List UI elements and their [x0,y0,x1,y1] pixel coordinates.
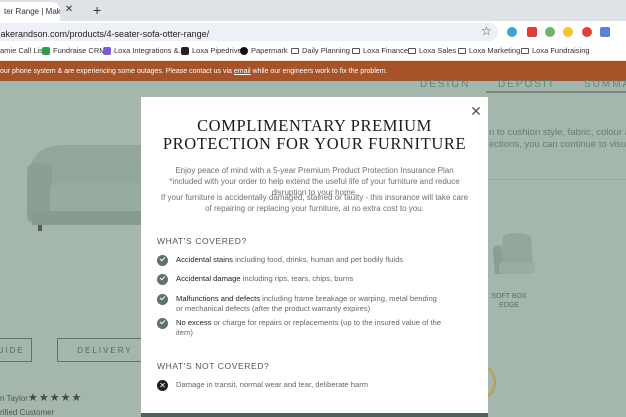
bookmark-folder[interactable]: Loxa Marketing [458,46,520,55]
bookmark-item[interactable]: Papermark [240,46,288,55]
folder-icon [291,47,299,54]
not-covered-item: ✕ Damage in transit, normal wear and tea… [157,380,457,391]
bookmark-folder[interactable]: Loxa Sales [408,46,456,55]
modal-footer [141,413,488,417]
not-covered-heading: WHAT'S NOT COVERED? [157,361,270,371]
bookmark-label: Daily Planning [302,46,350,55]
covered-item: Accidental damage including rips, tears,… [157,274,457,285]
app-icon [103,46,111,55]
close-icon[interactable]: ✕ [470,104,482,118]
item-text: Malfunctions and defects including frame… [176,294,437,313]
extension-icon[interactable] [545,27,555,37]
bookmark-item[interactable]: amie Call List [0,46,45,55]
bookmark-folder[interactable]: Loxa Finance [352,46,408,55]
address-bar[interactable]: makerandson.com/products/4-seater-sofa-o… [0,23,498,41]
covered-item: Accidental stains including food, drinks… [157,255,457,266]
bookmark-label: Loxa Marketing [469,46,521,55]
tab-close-icon[interactable]: ✕ [63,4,75,15]
extension-icon[interactable] [582,27,592,37]
bookmark-label: Loxa Fundraising [532,46,590,55]
folder-icon [352,47,360,54]
email-link[interactable]: email [234,68,251,75]
title-line: PROTECTION FOR YOUR FURNITURE [162,134,467,153]
item-text: Accidental stains including food, drinks… [176,255,404,264]
papermark-icon [240,46,248,55]
bookmark-star-icon[interactable]: ☆ [481,24,492,38]
pipedrive-icon [181,46,189,55]
check-icon [157,294,168,305]
folder-icon [408,47,416,54]
check-icon [157,255,168,266]
url-text: makerandson.com/products/4-seater-sofa-o… [0,29,210,39]
folder-icon [458,47,466,54]
browser-tab[interactable]: ter Range | Make [0,2,60,21]
modal-title: COMPLIMENTARY PREMIUM PROTECTION FOR YOU… [141,117,488,153]
bookmark-label: Loxa Finance [363,46,409,55]
bookmarks-bar: amie Call List Fundraise CRM Loxa Integr… [0,43,626,61]
browser-toolbar: makerandson.com/products/4-seater-sofa-o… [0,21,626,43]
bookmark-item[interactable]: Loxa Integrations &... [103,46,185,55]
browser-tabstrip: ter Range | Make ✕ + [0,0,626,21]
folder-icon [521,47,529,54]
extension-icon[interactable] [507,27,517,37]
check-icon [157,274,168,285]
item-text: Accidental damage including rips, tears,… [176,274,354,283]
sheet-icon [42,46,50,55]
extension-icon[interactable] [600,27,610,37]
tab-title: ter Range | Make [4,7,60,16]
x-mark-icon: ✕ [157,380,168,391]
bookmark-folder[interactable]: Loxa Fundraising [521,46,590,55]
extension-icon[interactable] [563,27,573,37]
item-text: Damage in transit, normal wear and tear,… [176,380,369,389]
bookmark-label: Loxa Sales [419,46,457,55]
covered-heading: WHAT'S COVERED? [157,236,247,246]
bookmark-item[interactable]: Fundraise CRM [42,46,106,55]
covered-item: Malfunctions and defects including frame… [157,294,437,314]
check-icon [157,318,168,329]
new-tab-icon[interactable]: + [93,2,101,18]
bookmark-label: Loxa Integrations &... [114,46,185,55]
item-text: No excess or charge for repairs or repla… [176,318,442,337]
title-line: COMPLIMENTARY PREMIUM [197,116,432,135]
outage-banner: our phone system & are experiencing some… [0,61,626,81]
extension-icon[interactable] [527,27,537,37]
bookmark-folder[interactable]: Daily Planning [291,46,350,55]
banner-text: our phone system & are experiencing some… [0,68,234,75]
covered-item: No excess or charge for repairs or repla… [157,318,442,338]
bookmark-label: amie Call List [0,46,46,55]
banner-text: while our engineers work to fix the prob… [250,68,388,75]
bookmark-label: Loxa Pipedrive [192,46,242,55]
bookmark-label: Papermark [251,46,288,55]
bookmark-item[interactable]: Loxa Pipedrive [181,46,242,55]
detail-paragraph: If your furniture is accidentally damage… [160,193,469,213]
bookmark-label: Fundraise CRM [53,46,106,55]
